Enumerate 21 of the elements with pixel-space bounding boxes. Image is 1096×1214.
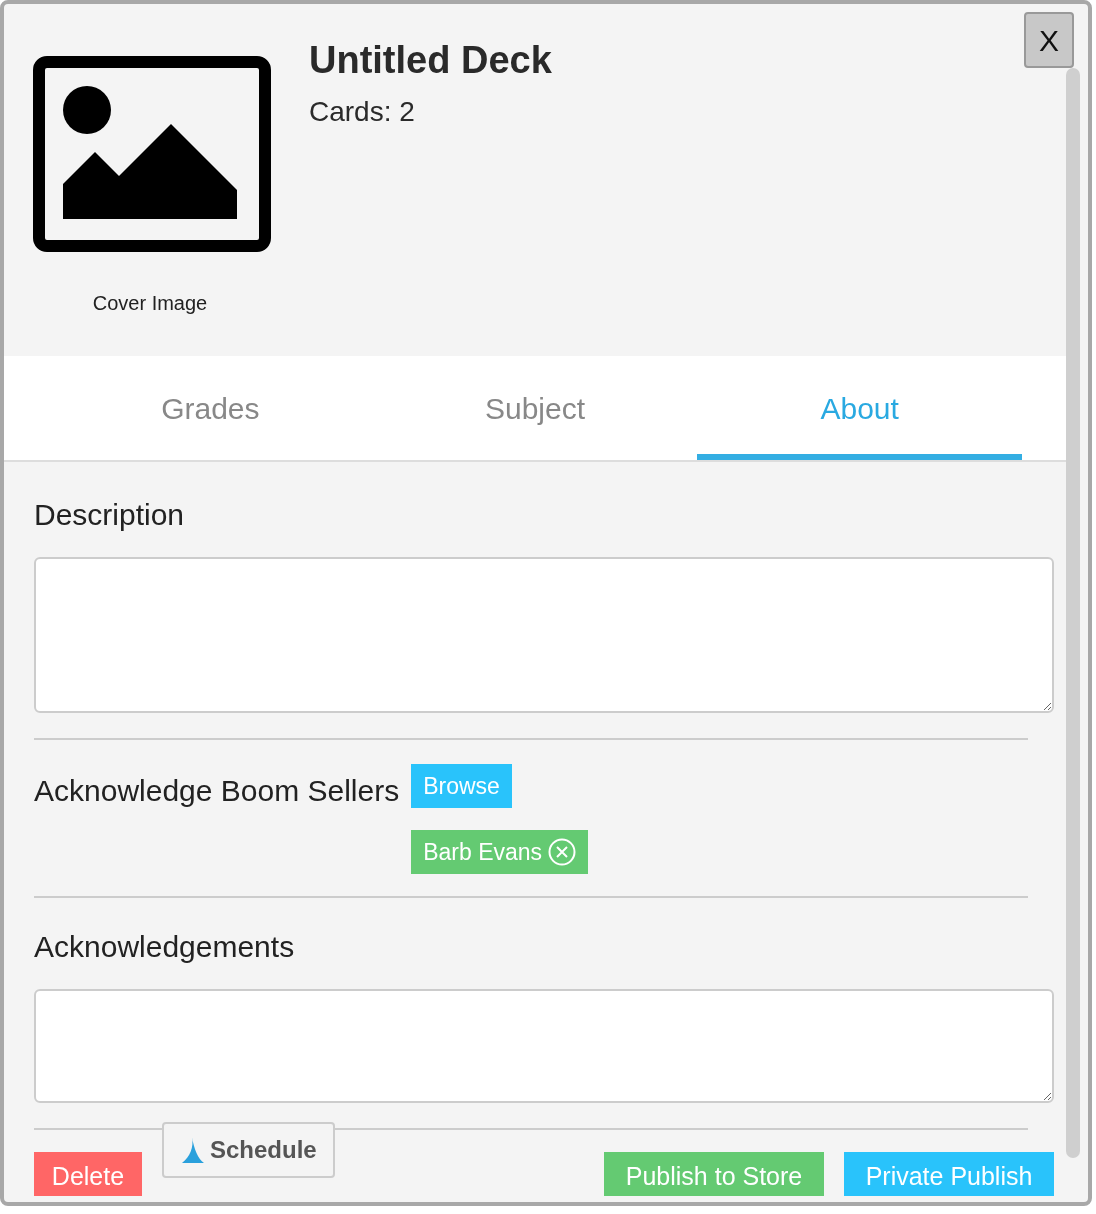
description-field[interactable]	[34, 557, 1054, 713]
remove-icon[interactable]	[548, 838, 577, 866]
tab[interactable]: Subject	[372, 356, 698, 460]
deck-title: Untitled Deck	[309, 38, 552, 83]
acknowledgements-field[interactable]	[34, 989, 1054, 1103]
card-count: Cards: 2	[309, 95, 416, 129]
image-placeholder-icon	[33, 56, 271, 252]
section-label: Acknowledge Boom Sellers	[34, 773, 400, 809]
section-label: Description	[34, 497, 186, 533]
schedule-button[interactable]: Schedule	[162, 1122, 335, 1178]
tab[interactable]: Grades	[48, 356, 373, 460]
scrollbar-thumb[interactable]	[1066, 68, 1080, 1158]
cover-caption: Cover Image	[92, 291, 208, 316]
browse-button[interactable]: Browse	[411, 764, 512, 808]
delete-button[interactable]: Delete	[34, 1152, 142, 1196]
publish-button[interactable]: Publish to Store	[604, 1152, 824, 1196]
private-publish-button[interactable]: Private Publish	[844, 1152, 1054, 1196]
tab[interactable]: About	[697, 356, 1022, 460]
section-label: Acknowledgements	[34, 929, 296, 965]
seller-tag: Barb Evans	[411, 830, 589, 874]
close-button[interactable]: X	[1024, 12, 1074, 68]
